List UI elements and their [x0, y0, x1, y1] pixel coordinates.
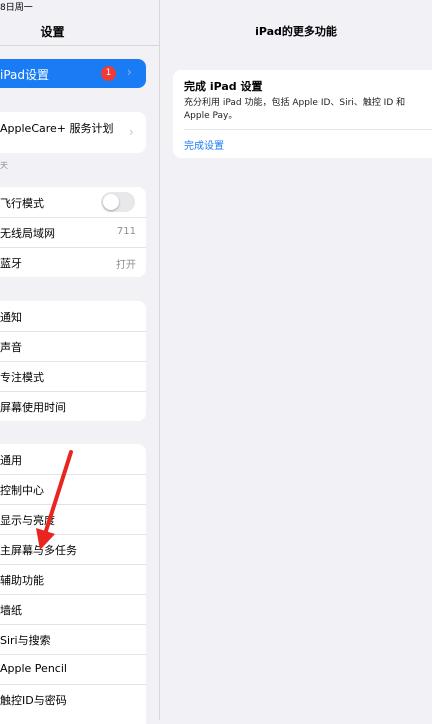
sidebar-item-ipad-settings[interactable]: iPad设置 1 › [0, 59, 146, 88]
sidebar-item-label: 声音 [0, 341, 22, 354]
status-date: 8日周一 [0, 3, 33, 13]
sidebar-item-sounds[interactable]: 声音 [0, 331, 146, 361]
sidebar-item-label: 触控ID与密码 [0, 694, 67, 707]
sidebar-item-focus[interactable]: 专注模式 [0, 361, 146, 391]
sidebar-item-wallpaper[interactable]: 墙纸 [0, 594, 146, 624]
chevron-right-icon: › [127, 65, 132, 79]
pane-divider [159, 0, 160, 720]
connectivity-group: 飞行模式 无线局域网 711 蓝牙 打开 [0, 187, 146, 277]
sidebar-item-screen-time[interactable]: 屏幕使用时间 [0, 391, 146, 421]
settings-sidebar: 8日周一 设置 iPad设置 1 › AppleCare+ 服务计划 › 天 飞… [0, 0, 159, 724]
sidebar-item-siri-search[interactable]: Siri与搜索 [0, 624, 146, 654]
sidebar-header-divider [0, 45, 159, 46]
sidebar-item-label: 辅助功能 [0, 574, 44, 587]
card-description: 充分利用 iPad 功能，包括 Apple ID、Siri、触控 ID 和 Ap… [184, 98, 406, 121]
sidebar-item-label: 主屏幕与多任务 [0, 544, 77, 557]
sidebar-item-label: 通知 [0, 311, 22, 324]
sidebar-item-label: 蓝牙 [0, 257, 22, 270]
sidebar-item-label: 控制中心 [0, 484, 44, 497]
sidebar-item-touch-id-passcode[interactable]: 触控ID与密码 [0, 684, 146, 714]
sidebar-item-label: 无线局域网 [0, 227, 55, 240]
card-divider [184, 129, 432, 130]
sidebar-item-control-center[interactable]: 控制中心 [0, 474, 146, 504]
detail-title: iPad的更多功能 [255, 25, 337, 38]
notifications-group: 通知 声音 专注模式 屏幕使用时间 [0, 301, 146, 421]
sidebar-title: 设置 [40, 25, 65, 39]
sidebar-item-wifi[interactable]: 无线局域网 711 [0, 217, 146, 247]
sidebar-item-label: Apple Pencil [0, 662, 67, 675]
sidebar-item-accessibility[interactable]: 辅助功能 [0, 564, 146, 594]
sidebar-item-home-screen-multitasking[interactable]: 主屏幕与多任务 [0, 534, 146, 564]
sidebar-item-airplane-mode[interactable]: 飞行模式 [0, 187, 146, 217]
card-title: 完成 iPad 设置 [184, 80, 263, 93]
section-caption: 天 [0, 161, 8, 170]
sidebar-item-bluetooth[interactable]: 蓝牙 打开 [0, 247, 146, 277]
general-group: 通用 控制中心 显示与亮度 主屏幕与多任务 辅助功能 墙纸 Siri与搜索 Ap… [0, 444, 146, 724]
sidebar-item-notifications[interactable]: 通知 [0, 301, 146, 331]
airplane-mode-toggle[interactable] [101, 192, 135, 212]
sidebar-item-general[interactable]: 通用 [0, 444, 146, 474]
finish-setup-link[interactable]: 完成设置 [184, 137, 224, 152]
sidebar-item-label: 显示与亮度 [0, 514, 55, 527]
sidebar-item-label: 墙纸 [0, 604, 22, 617]
sidebar-item-label: 飞行模式 [0, 197, 44, 210]
sidebar-item-label: iPad设置 [0, 68, 50, 82]
sidebar-item-apple-pencil[interactable]: Apple Pencil [0, 654, 146, 684]
sidebar-item-label: Siri与搜索 [0, 634, 51, 647]
sidebar-item-label: AppleCare+ 服务计划 [0, 122, 114, 135]
sidebar-item-applecare[interactable]: AppleCare+ 服务计划 › [0, 112, 146, 153]
finish-setup-card: 完成 iPad 设置 充分利用 iPad 功能，包括 Apple ID、Siri… [173, 70, 432, 158]
notification-badge: 1 [101, 66, 116, 81]
bluetooth-status-value: 打开 [116, 260, 136, 271]
chevron-right-icon: › [129, 125, 134, 139]
sidebar-item-label: 屏幕使用时间 [0, 401, 66, 414]
wifi-network-value: 711 [116, 226, 136, 237]
sidebar-item-label: 通用 [0, 454, 22, 467]
toggle-knob [103, 194, 119, 210]
sidebar-item-display-brightness[interactable]: 显示与亮度 [0, 504, 146, 534]
sidebar-item-label: 专注模式 [0, 371, 44, 384]
